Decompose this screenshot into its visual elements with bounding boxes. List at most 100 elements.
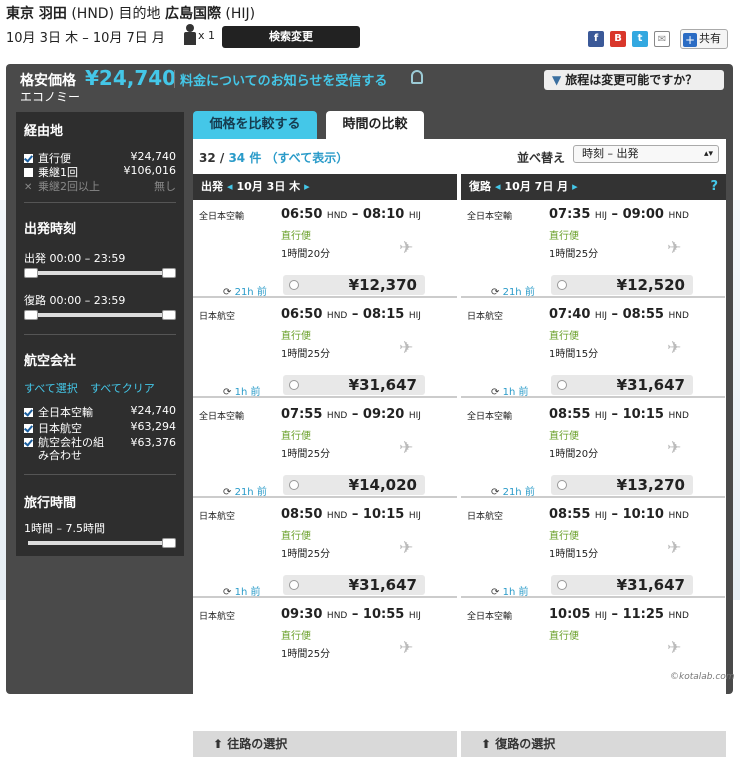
stops-info: 直行便 bbox=[549, 631, 579, 642]
select-all-link[interactable]: すべて選択 bbox=[24, 380, 78, 396]
radio-button[interactable] bbox=[557, 280, 567, 290]
next-date-arrow[interactable]: ▸ bbox=[304, 180, 310, 193]
tab-compare-time[interactable]: 時間の比較 bbox=[326, 111, 424, 139]
duration-range: 1時間 – 7.5時間 bbox=[24, 522, 105, 535]
airplane-icon: ✈ bbox=[667, 338, 682, 358]
bell-icon[interactable] bbox=[411, 70, 423, 84]
airline-name: 日本航空 bbox=[467, 312, 504, 322]
slider-handle-min[interactable] bbox=[24, 310, 38, 320]
flight-card[interactable]: 日本航空 06:50 HND – 08:15 HIJ 直行便 1時間25分 ✈ ⟳ 1h … bbox=[193, 300, 457, 398]
flight-card[interactable]: 日本航空 08:55 HIJ – 10:10 HND 直行便 1時間15分 ✈ ⟳ 1h … bbox=[461, 500, 725, 598]
clear-all-link[interactable]: すべてクリア bbox=[90, 380, 155, 396]
updated-time: ⟳ 1h 前 bbox=[223, 587, 261, 598]
divider bbox=[174, 70, 175, 88]
select-outbound-bar[interactable]: ⬆ 往路の選択 bbox=[193, 731, 457, 757]
radio-button[interactable] bbox=[557, 380, 567, 390]
destination-label: 目的地 bbox=[118, 6, 161, 22]
slider-handle-max[interactable] bbox=[162, 268, 176, 278]
flight-card[interactable]: 日本航空 09:30 HND – 10:55 HIJ 直行便 1時間25分 ✈ bbox=[193, 600, 457, 731]
flight-card[interactable]: 日本航空 08:50 HND – 10:15 HIJ 直行便 1時間25分 ✈ ⟳ 1h … bbox=[193, 500, 457, 598]
next-date-arrow[interactable]: ▸ bbox=[572, 180, 578, 193]
airplane-icon: ✈ bbox=[399, 238, 414, 258]
sort-label: 並べ替え bbox=[517, 151, 566, 165]
stops-info: 直行便 bbox=[549, 531, 579, 542]
checkbox[interactable] bbox=[24, 438, 33, 447]
return-time-slider[interactable] bbox=[24, 310, 176, 320]
checkbox[interactable] bbox=[24, 168, 33, 177]
select-inbound-bar[interactable]: ⬆ 復路の選択 bbox=[461, 731, 726, 757]
outbound-time-slider[interactable] bbox=[24, 268, 176, 278]
updated-time: ⟳ 1h 前 bbox=[223, 387, 261, 398]
filter-airline-combo[interactable]: 航空会社の組み合わせ ¥63,376 bbox=[24, 436, 176, 462]
airline-name: 全日本空輸 bbox=[199, 412, 245, 422]
twitter-icon[interactable]: t bbox=[632, 31, 648, 47]
show-all-link[interactable]: 34 件 （すべて表示） bbox=[228, 151, 348, 165]
price-select[interactable]: ¥31,647 bbox=[283, 375, 425, 395]
airline-name: 日本航空 bbox=[199, 512, 236, 522]
refresh-icon: ⟳ bbox=[223, 587, 232, 598]
airline-title: 航空会社 bbox=[24, 354, 77, 369]
radio-button[interactable] bbox=[289, 380, 299, 390]
results-panel: 格安価格 ¥24,740 料金についてのお知らせを受信する エコノミー ▼ 旅程は… bbox=[6, 64, 733, 757]
flight-card[interactable]: 全日本空輸 10:05 HIJ – 11:25 HND 直行便 ✈ bbox=[461, 600, 725, 731]
lowest-price: ¥24,740 bbox=[85, 66, 177, 90]
hatena-icon[interactable]: B bbox=[610, 31, 626, 47]
divider bbox=[24, 334, 176, 335]
radio-button[interactable] bbox=[289, 280, 299, 290]
updated-time: ⟳ 1h 前 bbox=[491, 387, 529, 398]
passenger-icon bbox=[183, 24, 197, 46]
checkbox[interactable] bbox=[24, 408, 33, 417]
stops-info: 直行便 bbox=[549, 431, 579, 442]
airline-name: 全日本空輸 bbox=[199, 212, 245, 222]
divider bbox=[24, 202, 176, 203]
watermark: ©kotalab.com bbox=[670, 672, 735, 682]
slider-handle-min[interactable] bbox=[24, 268, 38, 278]
stops-info: 直行便 bbox=[281, 431, 311, 442]
radio-button[interactable] bbox=[289, 480, 299, 490]
price-select[interactable]: ¥12,520 bbox=[551, 275, 693, 295]
price-select[interactable]: ¥12,370 bbox=[283, 275, 425, 295]
airplane-icon: ✈ bbox=[399, 338, 414, 358]
slider-handle-max[interactable] bbox=[162, 538, 176, 548]
price-select[interactable]: ¥14,020 bbox=[283, 475, 425, 495]
updated-time: ⟳ 21h 前 bbox=[491, 487, 535, 498]
flight-card[interactable]: 日本航空 07:40 HIJ – 08:55 HND 直行便 1時間15分 ✈ ⟳ 1h … bbox=[461, 300, 725, 398]
sort-select[interactable]: 時刻 – 出発 ▴▾ bbox=[573, 145, 719, 163]
facebook-icon[interactable]: f bbox=[588, 31, 604, 47]
stops-info: 直行便 bbox=[549, 331, 579, 342]
duration-slider[interactable] bbox=[24, 538, 176, 548]
tab-compare-price[interactable]: 価格を比較する bbox=[193, 111, 317, 139]
price-select[interactable]: ¥31,647 bbox=[283, 575, 425, 595]
help-icon[interactable]: ? bbox=[710, 174, 718, 200]
radio-button[interactable] bbox=[557, 580, 567, 590]
filter-airline-ana[interactable]: 全日本空輸 ¥24,740 bbox=[24, 404, 176, 420]
flight-card[interactable]: 全日本空輸 07:55 HND – 09:20 HIJ 直行便 1時間25分 ✈ ⟳ 21… bbox=[193, 400, 457, 498]
airplane-icon: ✈ bbox=[667, 638, 682, 658]
slider-handle-max[interactable] bbox=[162, 310, 176, 320]
flight-card[interactable]: 全日本空輸 08:55 HIJ – 10:15 HND 直行便 1時間20分 ✈ ⟳ 21… bbox=[461, 400, 725, 498]
prev-date-arrow[interactable]: ◂ bbox=[495, 180, 501, 193]
price-select[interactable]: ¥31,647 bbox=[551, 375, 693, 395]
flight-card[interactable]: 全日本空輸 07:35 HIJ – 09:00 HND 直行便 1時間25分 ✈ ⟳ 21… bbox=[461, 200, 725, 298]
search-change-button[interactable]: 検索変更 bbox=[222, 26, 360, 48]
refresh-icon: ⟳ bbox=[491, 287, 500, 298]
airplane-icon: ✈ bbox=[399, 438, 414, 458]
change-itinerary-button[interactable]: ▼ 旅程は変更可能ですか？ bbox=[544, 70, 724, 90]
checkbox[interactable] bbox=[24, 424, 33, 433]
radio-button[interactable] bbox=[557, 480, 567, 490]
stops-info: 直行便 bbox=[549, 231, 579, 242]
mail-icon[interactable]: ✉ bbox=[654, 31, 670, 47]
share-button[interactable]: + 共有 bbox=[680, 29, 728, 49]
price-select[interactable]: ¥13,270 bbox=[551, 475, 693, 495]
x-icon: ✕ bbox=[24, 182, 33, 193]
flight-duration: 1時間25分 bbox=[281, 549, 331, 560]
flight-card[interactable]: 全日本空輸 06:50 HND – 08:10 HIJ 直行便 1時間20分 ✈ ⟳ 21… bbox=[193, 200, 457, 298]
filter-two-stops: ✕ 乗継2回以上 無し bbox=[24, 180, 176, 193]
filter-airline-jal[interactable]: 日本航空 ¥63,294 bbox=[24, 420, 176, 436]
prev-date-arrow[interactable]: ◂ bbox=[227, 180, 233, 193]
radio-button[interactable] bbox=[289, 580, 299, 590]
price-alert-link[interactable]: 料金についてのお知らせを受信する bbox=[180, 70, 387, 89]
checkbox[interactable] bbox=[24, 154, 33, 163]
price-select[interactable]: ¥31,647 bbox=[551, 575, 693, 595]
flight-price: ¥31,647 bbox=[616, 376, 685, 394]
